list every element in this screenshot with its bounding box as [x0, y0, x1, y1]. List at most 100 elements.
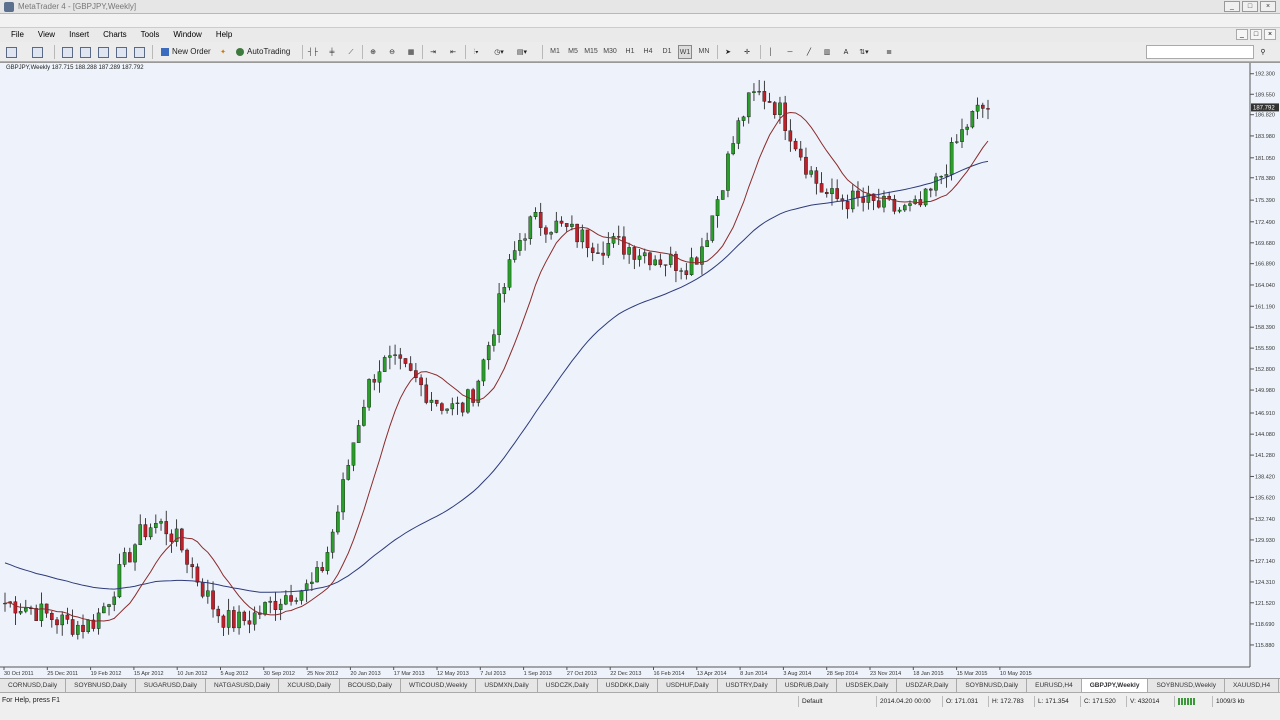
- chart-tab[interactable]: SUGARUSD,Daily: [135, 679, 206, 692]
- crosshair-icon[interactable]: ✛: [740, 45, 754, 59]
- timeframe-mn[interactable]: MN: [697, 45, 711, 59]
- chart-tab[interactable]: BCOUSD,Daily: [339, 679, 401, 692]
- search-input[interactable]: [1146, 45, 1254, 59]
- chart-tab[interactable]: XAUUSD,H4: [1224, 679, 1280, 692]
- toolbar: New Order ✦ AutoTrading ┤├ ╪ ⟋ ⊕ ⊖ ▦ ⇥ ⇤…: [0, 42, 1280, 62]
- menu-charts[interactable]: Charts: [96, 29, 134, 40]
- chart-tab[interactable]: WTICOUSD,Weekly: [400, 679, 477, 692]
- cursor-icon[interactable]: ➤: [721, 45, 735, 59]
- x-tick-label: 23 Nov 2014: [870, 671, 901, 677]
- tile-windows-icon[interactable]: ▦: [404, 45, 418, 59]
- text-icon[interactable]: A: [839, 45, 853, 59]
- terminal-icon[interactable]: [114, 45, 128, 59]
- chart-tab[interactable]: USDMXN,Daily: [476, 679, 538, 692]
- chart-close-button[interactable]: ×: [1264, 29, 1276, 40]
- chart-canvas[interactable]: 192.300 189.550 186.820 183.980 181.050 178.3…: [0, 63, 1280, 679]
- chart-tab[interactable]: NATGASUSD,Daily: [205, 679, 280, 692]
- horizontal-line-icon[interactable]: ─: [783, 45, 797, 59]
- channel-icon[interactable]: ▥: [820, 45, 834, 59]
- metaeditor-icon[interactable]: ✦: [216, 45, 230, 59]
- chart-shift-icon[interactable]: ⇥: [426, 45, 440, 59]
- menu-file[interactable]: File: [4, 29, 31, 40]
- minimize-button[interactable]: _: [1224, 1, 1240, 12]
- line-chart-icon[interactable]: ⟋: [344, 45, 358, 59]
- candle-body: [596, 252, 600, 254]
- data-window-icon[interactable]: [78, 45, 92, 59]
- timeframe-m1[interactable]: M1: [548, 45, 562, 59]
- candle-body: [107, 604, 111, 607]
- close-button[interactable]: ×: [1260, 1, 1276, 12]
- autoscroll-icon[interactable]: ⇤: [446, 45, 460, 59]
- chart-tab[interactable]: USDTRY,Daily: [717, 679, 777, 692]
- chart-tab[interactable]: SOYBNUSD,Weekly: [1148, 679, 1225, 692]
- plot-area: [0, 63, 1250, 667]
- candle-body: [263, 602, 267, 615]
- bar-chart-icon[interactable]: ┤├: [306, 45, 320, 59]
- chart-minimize-button[interactable]: _: [1236, 29, 1248, 40]
- chart-tab[interactable]: CORNUSD,Daily: [0, 679, 67, 692]
- maximize-button[interactable]: □: [1242, 1, 1258, 12]
- status-datetime: 2014.04.20 00:00: [876, 696, 942, 707]
- arrows-icon[interactable]: ⇅▾: [857, 45, 871, 59]
- x-tick-label: 10 Jun 2012: [177, 671, 207, 677]
- fibonacci-icon[interactable]: ≣: [882, 45, 896, 59]
- chart-tab[interactable]: EURUSD,H4: [1027, 679, 1082, 692]
- zoom-in-icon[interactable]: ⊕: [366, 45, 380, 59]
- candle-body: [310, 581, 314, 584]
- periods-icon[interactable]: ◷▾: [492, 45, 506, 59]
- chart-tab[interactable]: XCUUSD,Daily: [279, 679, 340, 692]
- x-tick-label: 18 Jan 2015: [913, 671, 943, 677]
- timeframe-m30[interactable]: M30: [603, 45, 617, 59]
- chart-tab[interactable]: USDCZK,Daily: [537, 679, 598, 692]
- candle-body: [148, 527, 153, 538]
- timeframe-h4[interactable]: H4: [641, 45, 655, 59]
- market-watch-icon[interactable]: [60, 45, 74, 59]
- chart-tab[interactable]: USDRUB,Daily: [776, 679, 838, 692]
- vertical-line-icon[interactable]: │: [764, 45, 778, 59]
- chart-tab[interactable]: USDZAR,Daily: [897, 679, 958, 692]
- status-open: O: 171.031: [942, 696, 988, 707]
- indicators-icon[interactable]: ⫶▾: [469, 45, 483, 59]
- chart-tab[interactable]: USDSEK,Daily: [837, 679, 898, 692]
- x-tick-label: 16 Feb 2014: [654, 671, 685, 677]
- chart-restore-button[interactable]: □: [1250, 29, 1262, 40]
- new-order-button[interactable]: New Order: [158, 45, 214, 59]
- templates-icon[interactable]: ▤▾: [515, 45, 529, 59]
- tester-icon[interactable]: [132, 45, 146, 59]
- chart-tab[interactable]: SOYBNUSD,Daily: [957, 679, 1028, 692]
- chart-window[interactable]: 192.300 189.550 186.820 183.980 181.050 178.3…: [0, 62, 1280, 678]
- candle-body: [55, 619, 59, 626]
- zoom-out-icon[interactable]: ⊖: [385, 45, 399, 59]
- candle-body: [949, 142, 954, 175]
- candle-body: [824, 192, 829, 195]
- status-low: L: 171.354: [1034, 696, 1080, 707]
- chart-tab[interactable]: GBPJPY,Weekly: [1081, 679, 1149, 692]
- chart-tab[interactable]: SOYBNUSD,Daily: [66, 679, 136, 692]
- navigator-icon[interactable]: [96, 45, 110, 59]
- autotrading-button[interactable]: AutoTrading: [233, 45, 293, 59]
- chart-tab[interactable]: USDDKK,Daily: [597, 679, 659, 692]
- candle-body: [923, 188, 928, 206]
- menu-insert[interactable]: Insert: [62, 29, 96, 40]
- trendline-icon[interactable]: ╱: [802, 45, 816, 59]
- menu-window[interactable]: Window: [166, 29, 208, 40]
- new-order-icon: [161, 47, 169, 56]
- candle-body: [752, 91, 756, 93]
- chart-tab[interactable]: USDHUF,Daily: [658, 679, 718, 692]
- candle-body: [960, 129, 964, 142]
- candlestick-icon[interactable]: ╪: [325, 45, 339, 59]
- new-chart-icon[interactable]: [4, 45, 18, 59]
- timeframe-m15[interactable]: M15: [584, 45, 598, 59]
- autotrading-icon: [236, 47, 244, 56]
- menu-view[interactable]: View: [31, 29, 62, 40]
- timeframe-d1[interactable]: D1: [660, 45, 674, 59]
- candle-body: [648, 252, 652, 266]
- timeframe-h1[interactable]: H1: [623, 45, 637, 59]
- search-icon[interactable]: ⚲: [1256, 45, 1270, 59]
- menu-tools[interactable]: Tools: [134, 29, 167, 40]
- timeframe-m5[interactable]: M5: [566, 45, 580, 59]
- profiles-icon[interactable]: [30, 45, 44, 59]
- x-tick-label: 19 Feb 2012: [91, 671, 122, 677]
- menu-help[interactable]: Help: [209, 29, 239, 40]
- timeframe-w1[interactable]: W1: [678, 45, 692, 59]
